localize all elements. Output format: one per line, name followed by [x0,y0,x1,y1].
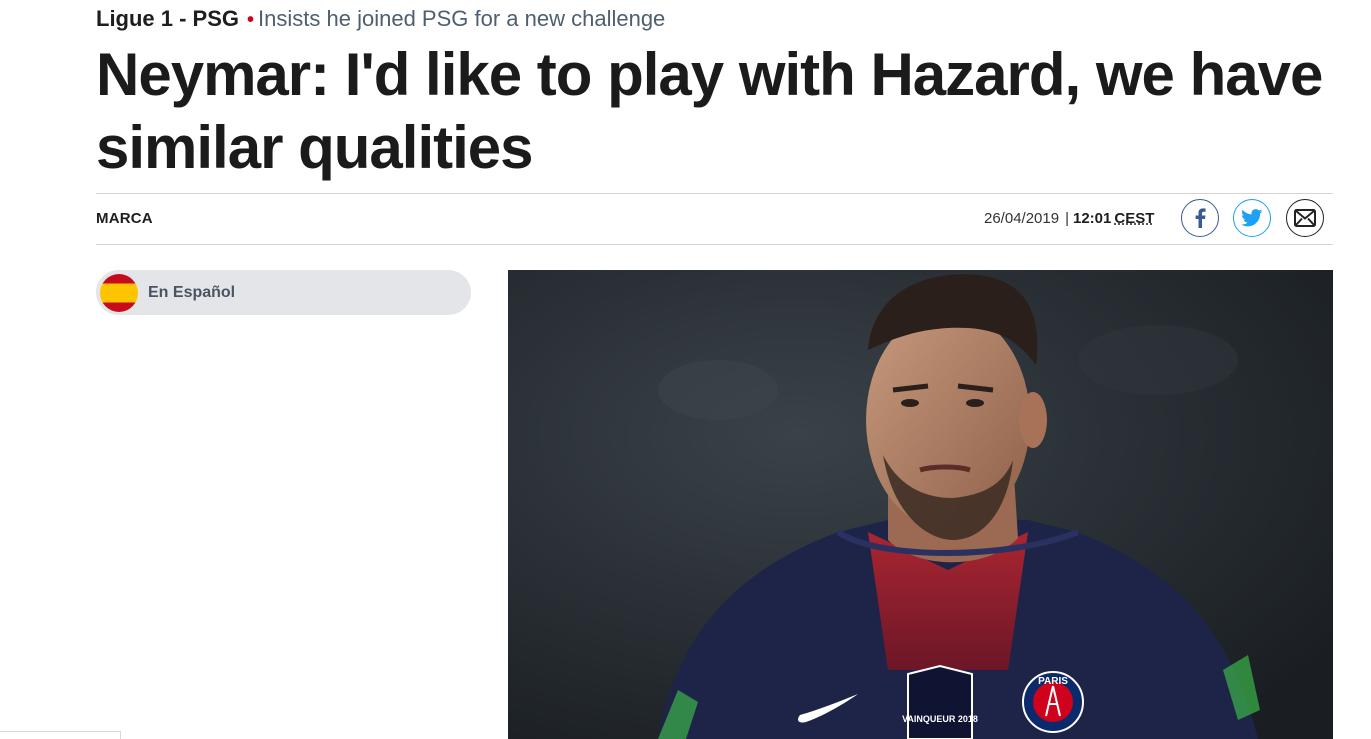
spanish-version-label: En Español [148,283,236,301]
spanish-version-link[interactable]: En Español [96,270,471,315]
publish-date: 26/04/2019 [984,210,1060,227]
section-link[interactable]: Ligue 1 - PSG [96,6,239,31]
cup-badge: VAINQUEUR 2018 [902,664,978,739]
divider-top [96,193,1333,194]
timezone: CEST [1114,210,1155,227]
kicker-subtitle: Insists he joined PSG for a new challeng… [258,6,666,31]
article-photo: VAINQUEUR 2018 PARIS [508,270,1333,739]
publish-dateline: 26/04/2019 | 12:01 CEST [984,210,1154,227]
kicker-separator: • [247,9,255,31]
twitter-icon [1241,209,1263,227]
share-twitter-button[interactable] [1233,199,1271,237]
bottom-left-strip [0,731,121,739]
crest-text: PARIS [1038,676,1068,687]
dateline-separator: | [1065,210,1069,227]
author: MARCA [96,210,153,227]
share-facebook-button[interactable] [1181,199,1219,237]
psg-crest: PARIS [1022,671,1084,733]
badge-text: VAINQUEUR 2018 [902,714,978,724]
share-email-button[interactable] [1286,199,1324,237]
publish-time: 12:01 [1072,210,1112,227]
player-photo: VAINQUEUR 2018 PARIS [508,270,1333,739]
divider-bottom [96,244,1333,245]
email-icon [1294,209,1316,227]
article-page: Ligue 1 - PSG • Insists he joined PSG for … [0,0,1371,739]
kicker: Ligue 1 - PSG • Insists he joined PSG for … [96,4,665,35]
headline: Neymar: I'd like to play with Hazard, we… [96,41,1323,181]
spain-flag-icon [100,273,138,312]
facebook-icon [1195,208,1206,228]
